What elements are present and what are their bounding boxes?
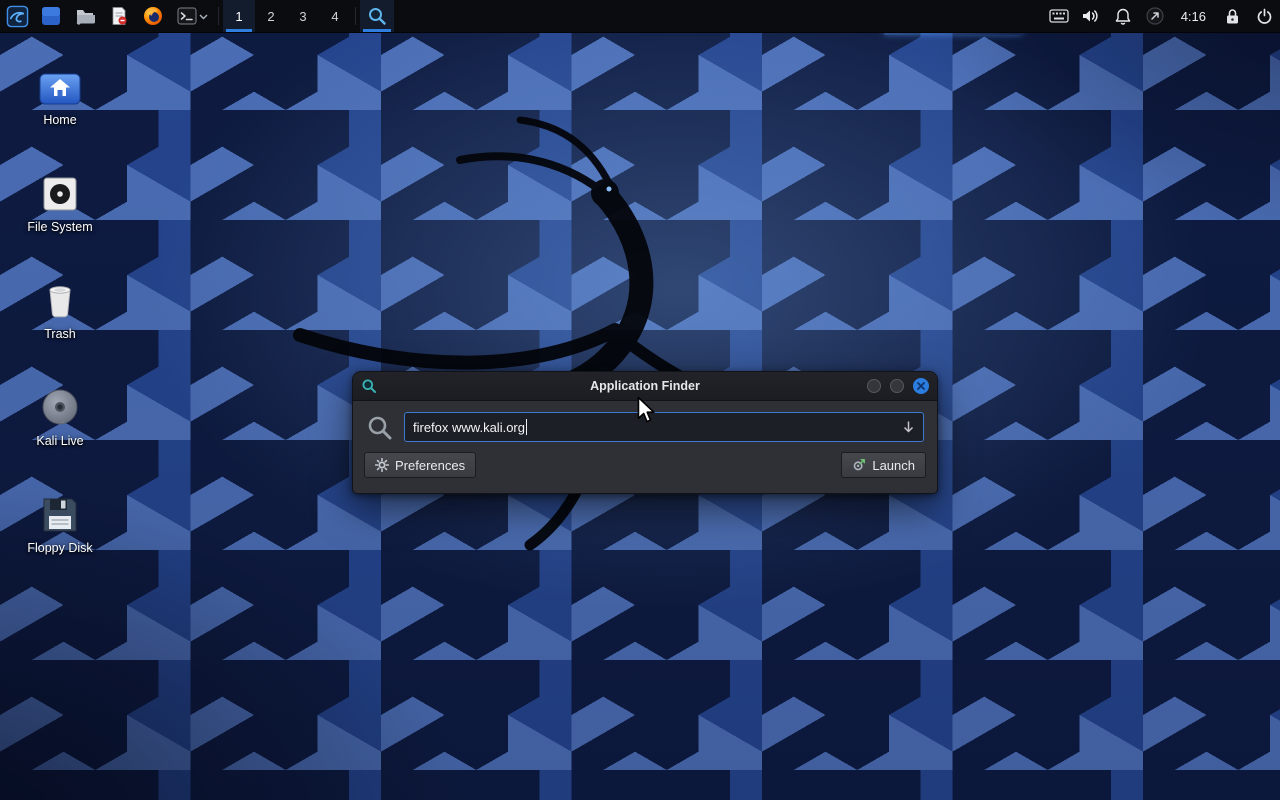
launch-button[interactable]: Launch <box>841 452 926 478</box>
text-caret <box>526 419 527 435</box>
clock-text: 4:16 <box>1181 9 1206 24</box>
power-icon[interactable] <box>1248 0 1280 32</box>
titlebar[interactable]: Application Finder <box>353 372 937 401</box>
action-row: Preferences Launch <box>353 442 937 478</box>
text-editor-launcher[interactable] <box>102 0 136 32</box>
application-finder-window: Application Finder firefox www.kali.org <box>352 371 938 494</box>
desktop-icon-label: Home <box>4 113 116 127</box>
terminal-launcher[interactable] <box>170 0 214 32</box>
trash-icon <box>43 280 77 320</box>
search-input[interactable]: firefox www.kali.org <box>404 412 924 442</box>
magnifier-icon <box>367 6 387 26</box>
optical-disc-icon <box>40 387 80 427</box>
firefox-launcher[interactable] <box>136 0 170 32</box>
firefox-icon <box>143 6 163 26</box>
desktop: 1 2 3 4 <box>0 0 1280 800</box>
desktop-icon-label: File System <box>4 220 116 234</box>
close-icon <box>917 382 925 390</box>
status-icon[interactable] <box>1139 0 1171 32</box>
search-row: firefox www.kali.org <box>353 401 937 442</box>
top-panel: 1 2 3 4 <box>0 0 1280 33</box>
workspace-3-label: 3 <box>299 9 306 24</box>
desktop-icon-floppy-disk[interactable]: Floppy Disk <box>4 488 116 555</box>
lock-icon[interactable] <box>1216 0 1248 32</box>
chevron-down-icon <box>199 13 208 20</box>
workspace-2-label: 2 <box>267 9 274 24</box>
kali-dragon-icon <box>6 5 29 28</box>
desktop-icon-kali-live[interactable]: Kali Live <box>4 381 116 448</box>
desktop-icon-label: Floppy Disk <box>4 541 116 555</box>
window-controls <box>867 378 929 394</box>
expand-arrow-icon[interactable] <box>902 420 915 434</box>
panel-right: 4:16 <box>1043 0 1280 32</box>
search-icon <box>366 414 393 441</box>
preferences-button[interactable]: Preferences <box>364 452 476 478</box>
window-title: Application Finder <box>353 379 937 393</box>
panel-separator <box>355 7 356 25</box>
desktop-icon-label: Kali Live <box>4 434 116 448</box>
application-finder-icon <box>361 378 377 394</box>
panel-left: 1 2 3 4 <box>0 0 394 32</box>
folder-launcher[interactable] <box>68 0 102 32</box>
folder-icon <box>75 6 95 26</box>
desktop-icon-label: Trash <box>4 327 116 341</box>
volume-icon[interactable] <box>1075 0 1107 32</box>
close-button[interactable] <box>913 378 929 394</box>
maximize-button[interactable] <box>890 379 904 393</box>
workspace-2-button[interactable]: 2 <box>255 0 287 32</box>
gear-icon <box>375 458 389 472</box>
terminal-icon <box>177 6 197 26</box>
home-folder-icon <box>39 70 81 106</box>
notifications-bell-icon[interactable] <box>1107 0 1139 32</box>
desktop-icon-home[interactable]: Home <box>4 60 116 127</box>
preferences-label: Preferences <box>395 458 465 473</box>
run-icon <box>852 458 866 472</box>
taskbar-application-finder-button[interactable] <box>360 0 394 32</box>
search-input-value: firefox www.kali.org <box>413 420 525 435</box>
file-manager-launcher[interactable] <box>34 0 68 32</box>
launch-label: Launch <box>872 458 915 473</box>
workspace-4-label: 4 <box>331 9 338 24</box>
minimize-button[interactable] <box>867 379 881 393</box>
floppy-disk-icon <box>41 496 79 534</box>
panel-separator <box>218 7 219 25</box>
blue-square-icon <box>41 6 61 26</box>
document-icon <box>109 6 129 26</box>
hard-drive-icon <box>41 175 79 213</box>
keyboard-icon[interactable] <box>1043 0 1075 32</box>
workspace-4-button[interactable]: 4 <box>319 0 351 32</box>
clock[interactable]: 4:16 <box>1171 0 1216 32</box>
workspace-1-label: 1 <box>235 9 242 24</box>
workspace-1-button[interactable]: 1 <box>223 0 255 32</box>
desktop-icon-file-system[interactable]: File System <box>4 167 116 234</box>
desktop-icon-trash[interactable]: Trash <box>4 274 116 341</box>
workspace-3-button[interactable]: 3 <box>287 0 319 32</box>
applications-menu-button[interactable] <box>0 0 34 32</box>
